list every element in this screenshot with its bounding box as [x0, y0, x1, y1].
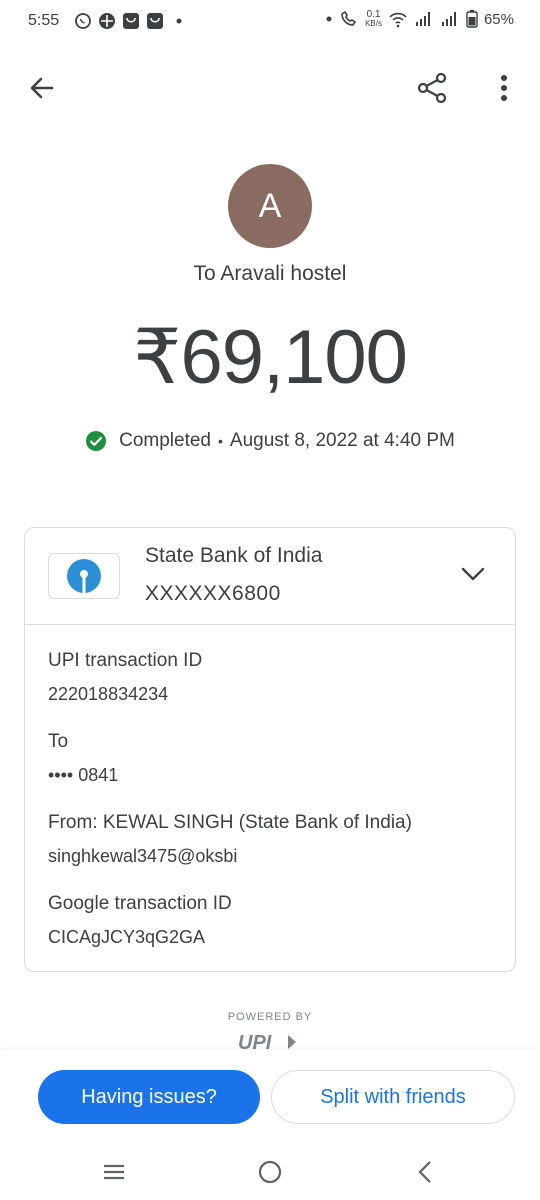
split-with-friends-button[interactable]: Split with friends	[271, 1070, 515, 1124]
upi-transaction-id-label: UPI transaction ID	[48, 650, 203, 671]
signal-icon-2	[441, 12, 456, 26]
more-options-icon[interactable]	[484, 68, 524, 108]
shopping-bag-icon	[123, 13, 139, 29]
check-circle-icon	[86, 431, 107, 451]
recipient-name: To Aravali hostel	[193, 262, 347, 285]
notification-icons	[74, 12, 188, 30]
share-icon[interactable]	[412, 68, 452, 108]
app-notification-icon	[99, 13, 115, 29]
upi-logo-text: UPI	[238, 1032, 272, 1052]
status-text: Completed	[119, 430, 211, 451]
network-speed: 0.1 KB/s	[365, 10, 382, 28]
dot-icon	[326, 16, 332, 22]
google-transaction-id-label: Google transaction ID	[48, 893, 232, 914]
volte-call-icon	[341, 10, 357, 26]
bank-account-number: XXXXXX6800	[145, 582, 281, 605]
bottom-action-panel: Having issues? Split with friends	[0, 1050, 540, 1142]
wifi-icon	[389, 12, 407, 28]
status-separator: •	[217, 433, 223, 449]
bank-logo	[48, 553, 120, 599]
having-issues-button[interactable]: Having issues?	[38, 1070, 260, 1124]
to-value: •••• 0841	[48, 765, 119, 785]
google-transaction-id-value: CICAgJCY3qG2GA	[48, 927, 206, 947]
payment-datetime: August 8, 2022 at 4:40 PM	[229, 430, 455, 451]
whatsapp-icon	[75, 13, 91, 29]
avatar: A	[228, 164, 312, 248]
battery-percent: 65%	[483, 10, 514, 28]
back-arrow-icon[interactable]	[24, 68, 64, 108]
home-icon[interactable]	[256, 1158, 284, 1186]
network-speed-unit: KB/s	[365, 19, 382, 28]
system-nav-bar	[0, 1142, 540, 1200]
powered-by-label: POWERED BY	[227, 1011, 313, 1023]
payment-status: Completed • August 8, 2022 at 4:40 PM	[0, 430, 540, 452]
shopping-bag-icon-2	[147, 13, 163, 29]
bank-name: State Bank of India	[145, 544, 323, 567]
status-time: 5:55	[28, 12, 60, 29]
chevron-down-icon[interactable]	[459, 560, 487, 588]
transaction-details-card: State Bank of India XXXXXX6800 UPI trans…	[24, 527, 516, 972]
signal-icon	[415, 12, 430, 26]
from-label: From: KEWAL SINGH (State Bank of India)	[48, 812, 412, 833]
status-bar: 5:55 0.1 KB/s 65%	[0, 0, 540, 44]
payment-amount: ₹69,100	[133, 315, 408, 400]
from-value: singhkewal3475@oksbi	[48, 846, 238, 866]
battery-icon	[466, 10, 478, 28]
dot-icon	[176, 18, 182, 24]
recent-apps-icon[interactable]	[100, 1158, 128, 1186]
bank-account-row[interactable]: State Bank of India XXXXXX6800	[25, 528, 515, 625]
upi-logo: UPI	[238, 1032, 296, 1052]
app-bar	[0, 58, 540, 118]
status-right-icons: 0.1 KB/s 65%	[325, 10, 514, 28]
system-back-icon[interactable]	[412, 1158, 440, 1186]
upi-transaction-id-value: 222018834234	[48, 684, 169, 704]
sbi-logo-icon	[67, 559, 101, 593]
to-label: To	[48, 731, 69, 752]
